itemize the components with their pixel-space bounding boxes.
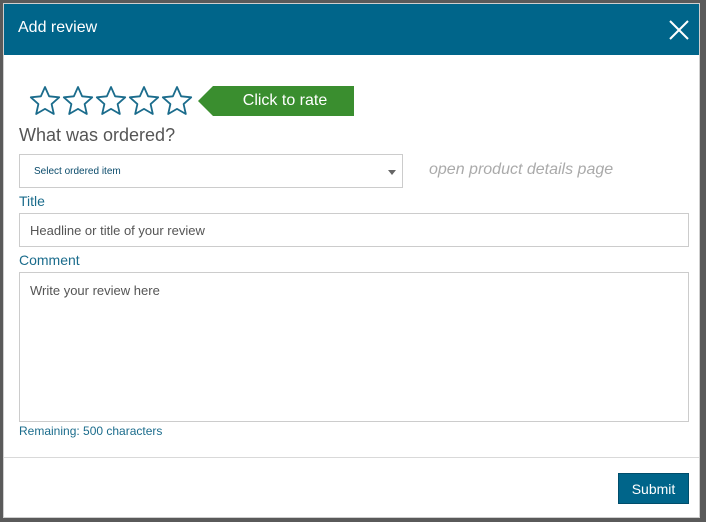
- dialog-header: Add review: [4, 4, 699, 55]
- submit-button[interactable]: Submit: [618, 473, 689, 504]
- select-value: Select ordered item: [34, 166, 121, 177]
- click-to-rate-label: Click to rate: [242, 92, 328, 109]
- comment-label: Comment: [19, 252, 80, 268]
- star-icon[interactable]: [29, 85, 61, 117]
- title-input[interactable]: [19, 213, 689, 247]
- chevron-down-icon: [388, 170, 396, 175]
- product-details-link[interactable]: open product details page: [429, 161, 613, 179]
- add-review-dialog: Add review Click to rate What was ordere…: [3, 3, 700, 518]
- click-to-rate-badge: Click to rate: [198, 86, 354, 116]
- star-icon[interactable]: [161, 85, 193, 117]
- footer-divider: [4, 457, 699, 458]
- title-label: Title: [19, 193, 45, 209]
- star-icon[interactable]: [95, 85, 127, 117]
- comment-textarea[interactable]: [19, 272, 689, 422]
- star-icon[interactable]: [128, 85, 160, 117]
- remaining-characters: Remaining: 500 characters: [19, 424, 163, 438]
- ordered-item-select[interactable]: Select ordered item: [19, 154, 403, 188]
- dialog-title: Add review: [18, 19, 98, 36]
- star-rating: [29, 85, 193, 119]
- star-icon[interactable]: [62, 85, 94, 117]
- ordered-question: What was ordered?: [19, 125, 176, 145]
- close-icon[interactable]: [668, 19, 690, 41]
